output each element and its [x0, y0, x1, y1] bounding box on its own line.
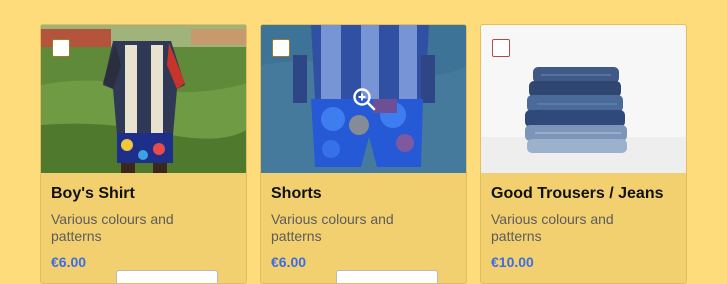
add-to-cart-button[interactable] — [116, 270, 218, 283]
product-price: €10.00 — [491, 254, 534, 270]
add-to-cart-button[interactable] — [336, 270, 438, 283]
zoom-in-icon[interactable] — [352, 87, 376, 111]
product-card-boys-shirt[interactable]: Boy's Shirt Various colours and patterns… — [40, 24, 247, 284]
product-price: €6.00 — [51, 254, 87, 270]
product-title[interactable]: Boy's Shirt — [51, 185, 241, 203]
jeans-photo[interactable] — [481, 25, 686, 173]
boys-shirt-photo[interactable] — [41, 25, 246, 173]
shorts-photo[interactable] — [261, 25, 466, 173]
product-title[interactable]: Good Trousers / Jeans — [491, 185, 681, 203]
product-card-jeans[interactable]: Good Trousers / Jeans Various colours an… — [480, 24, 687, 284]
select-checkbox[interactable] — [272, 39, 290, 57]
product-description: Various colours and patterns — [271, 211, 394, 244]
select-checkbox[interactable] — [492, 39, 510, 57]
product-price: €6.00 — [271, 254, 307, 270]
product-description: Various colours and patterns — [491, 211, 614, 244]
select-checkbox[interactable] — [52, 39, 70, 57]
product-title[interactable]: Shorts — [271, 185, 461, 203]
product-description: Various colours and patterns — [51, 211, 174, 244]
product-card-shorts[interactable]: Shorts Various colours and patterns €6.0… — [260, 24, 467, 284]
